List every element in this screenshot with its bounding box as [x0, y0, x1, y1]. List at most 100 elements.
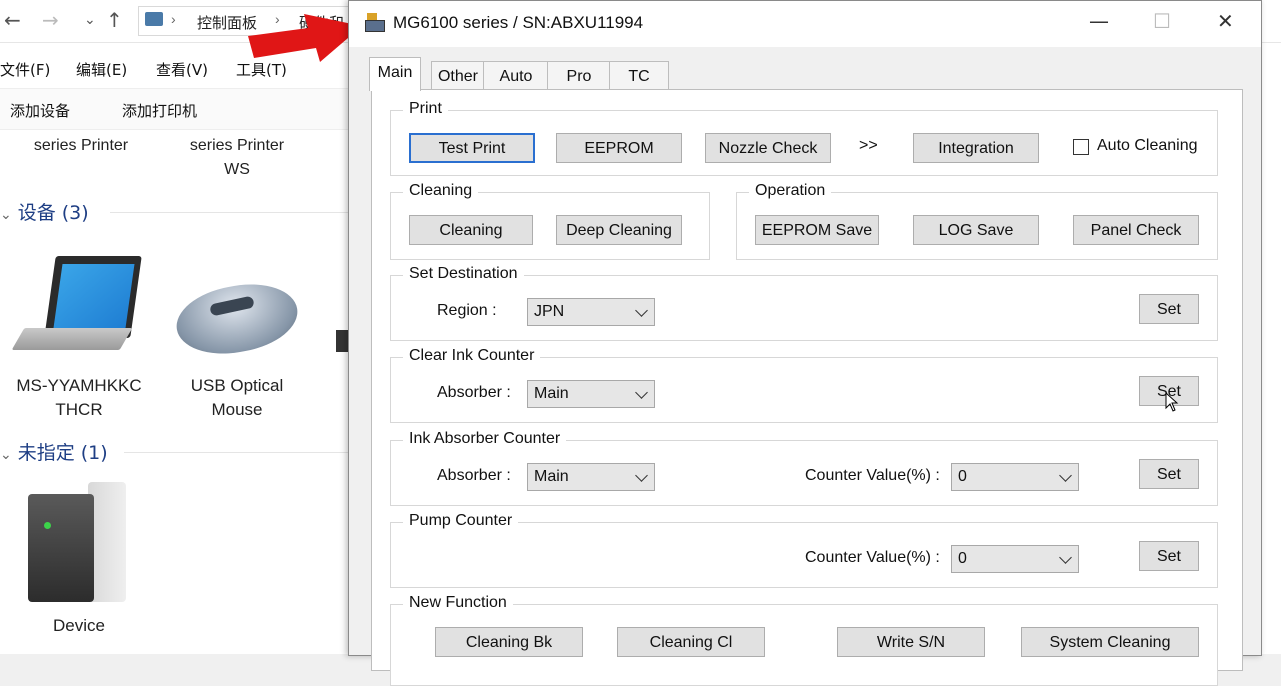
system-cleaning-button[interactable]: System Cleaning: [1021, 627, 1199, 657]
add-printer-button[interactable]: 添加打印机: [122, 100, 197, 121]
auto-cleaning-label: Auto Cleaning: [1097, 137, 1198, 154]
tab-other[interactable]: Other: [431, 61, 485, 90]
printer-name-line2: WS: [224, 161, 250, 178]
absorber-label: Absorber :: [437, 467, 511, 484]
counter-value: 0: [958, 468, 967, 485]
back-arrow-icon[interactable]: ←: [4, 8, 21, 32]
menu-edit[interactable]: 编辑(E): [76, 59, 127, 80]
printer-app-icon: [365, 13, 385, 32]
group-divider: [110, 212, 350, 213]
pump-counter-set-button[interactable]: Set: [1139, 541, 1199, 571]
menu-file[interactable]: 文件(F): [0, 59, 50, 80]
tab-main[interactable]: Main: [369, 57, 421, 91]
log-save-button[interactable]: LOG Save: [913, 215, 1039, 245]
unspecified-group-title: 未指定 (1): [17, 442, 108, 464]
counter-value-dropdown[interactable]: 0: [951, 545, 1079, 573]
device-label-line1: Device: [53, 616, 105, 635]
printer-item[interactable]: series Printer WS: [162, 134, 312, 182]
absorber-value: Main: [534, 385, 569, 402]
mouse-icon[interactable]: [171, 275, 303, 363]
more-arrows-label: >>: [859, 137, 878, 154]
absorber-label: Absorber :: [437, 384, 511, 401]
eeprom-save-button[interactable]: EEPROM Save: [755, 215, 879, 245]
set-destination-group-label: Set Destination: [403, 265, 524, 283]
operation-group-label: Operation: [749, 182, 832, 200]
counter-value-label: Counter Value(%) :: [805, 549, 940, 566]
devices-group-header[interactable]: ⌄ 设备 (3): [0, 198, 89, 225]
cleaning-group-label: Cleaning: [403, 182, 479, 200]
tab-auto[interactable]: Auto: [483, 61, 549, 90]
chevron-down-icon: [635, 304, 648, 317]
mouse-cursor-icon: [1165, 392, 1179, 412]
cleaning-cl-button[interactable]: Cleaning Cl: [617, 627, 765, 657]
integration-button[interactable]: Integration: [913, 133, 1039, 163]
chevron-down-icon: ⌄: [0, 207, 12, 223]
chevron-down-icon[interactable]: ⌄: [84, 12, 96, 28]
absorber-value: Main: [534, 468, 569, 485]
device-label-line2: THCR: [55, 400, 103, 419]
explorer-toolbar: 添加设备 添加打印机: [0, 88, 360, 130]
title-bar[interactable]: MG6100 series / SN:ABXU11994 — ☐ ✕: [349, 1, 1261, 47]
pump-counter-group: Pump Counter Counter Value(%) : 0 Set: [390, 512, 1218, 588]
counter-value-dropdown[interactable]: 0: [951, 463, 1079, 491]
cleaning-button[interactable]: Cleaning: [409, 215, 533, 245]
region-value: JPN: [534, 303, 565, 320]
laptop-icon[interactable]: [11, 256, 142, 356]
tab-tc[interactable]: TC: [609, 61, 669, 90]
print-group: Print Test Print EEPROM Nozzle Check >> …: [390, 100, 1218, 176]
operation-group: Operation EEPROM Save LOG Save Panel Che…: [736, 182, 1218, 260]
close-icon[interactable]: ✕: [1217, 9, 1234, 33]
cleaning-group: Cleaning Cleaning Deep Cleaning: [390, 182, 710, 260]
deep-cleaning-button[interactable]: Deep Cleaning: [556, 215, 682, 245]
chevron-down-icon: [1059, 551, 1072, 564]
counter-value-label: Counter Value(%) :: [805, 467, 940, 484]
chevron-down-icon: [1059, 469, 1072, 482]
service-tool-dialog: MG6100 series / SN:ABXU11994 — ☐ ✕ Main …: [348, 0, 1262, 686]
printer-name-line1: series Printer: [33, 137, 129, 154]
dialog-title: MG6100 series / SN:ABXU11994: [393, 13, 644, 32]
device-tower-icon[interactable]: [28, 482, 128, 604]
auto-cleaning-checkbox[interactable]: [1073, 139, 1089, 155]
device-label: MS-YYAMHKKC THCR: [4, 374, 154, 422]
eeprom-button[interactable]: EEPROM: [556, 133, 682, 163]
unspecified-group-header[interactable]: ⌄ 未指定 (1): [0, 438, 108, 465]
new-function-group-label: New Function: [403, 594, 513, 612]
printer-item[interactable]: series Printer: [6, 134, 156, 158]
print-group-label: Print: [403, 100, 448, 118]
device-label-line1: USB Optical: [190, 376, 284, 395]
ink-absorber-counter-group-label: Ink Absorber Counter: [403, 430, 567, 448]
panel-check-button[interactable]: Panel Check: [1073, 215, 1199, 245]
set-destination-group: Set Destination Region : JPN Set: [390, 265, 1218, 341]
minimize-icon[interactable]: —: [1089, 9, 1109, 33]
up-arrow-icon[interactable]: ↑: [106, 8, 123, 32]
region-dropdown[interactable]: JPN: [527, 298, 655, 326]
nozzle-check-button[interactable]: Nozzle Check: [705, 133, 831, 163]
set-destination-set-button[interactable]: Set: [1139, 294, 1199, 324]
cleaning-bk-button[interactable]: Cleaning Bk: [435, 627, 583, 657]
device-icon-partial[interactable]: [336, 330, 348, 352]
write-sn-button[interactable]: Write S/N: [837, 627, 985, 657]
device-label-line1: MS-YYAMHKKC: [16, 376, 142, 395]
test-print-button[interactable]: Test Print: [409, 133, 535, 163]
add-device-button[interactable]: 添加设备: [10, 100, 70, 121]
printer-name-line1: series Printer: [189, 137, 285, 154]
ink-absorber-counter-group: Ink Absorber Counter Absorber : Main Cou…: [390, 430, 1218, 506]
absorber-dropdown[interactable]: Main: [527, 463, 655, 491]
device-label-line2: Mouse: [211, 400, 263, 419]
menu-view[interactable]: 查看(V): [156, 59, 208, 80]
absorber-dropdown[interactable]: Main: [527, 380, 655, 408]
devices-group-title: 设备 (3): [17, 202, 89, 224]
breadcrumb-separator-icon: ›: [171, 11, 176, 27]
counter-value: 0: [958, 550, 967, 567]
chevron-down-icon: [635, 469, 648, 482]
chevron-down-icon: ⌄: [0, 447, 12, 463]
maximize-icon[interactable]: ☐: [1153, 9, 1171, 33]
ink-absorber-counter-set-button[interactable]: Set: [1139, 459, 1199, 489]
clear-ink-counter-group-label: Clear Ink Counter: [403, 347, 541, 365]
region-label: Region :: [437, 302, 497, 319]
forward-arrow-icon[interactable]: →: [42, 8, 59, 32]
new-function-group: New Function Cleaning Bk Cleaning Cl Wri…: [390, 594, 1218, 686]
pump-counter-group-label: Pump Counter: [403, 512, 519, 530]
tab-pro[interactable]: Pro: [547, 61, 611, 90]
control-panel-icon: [145, 12, 163, 26]
